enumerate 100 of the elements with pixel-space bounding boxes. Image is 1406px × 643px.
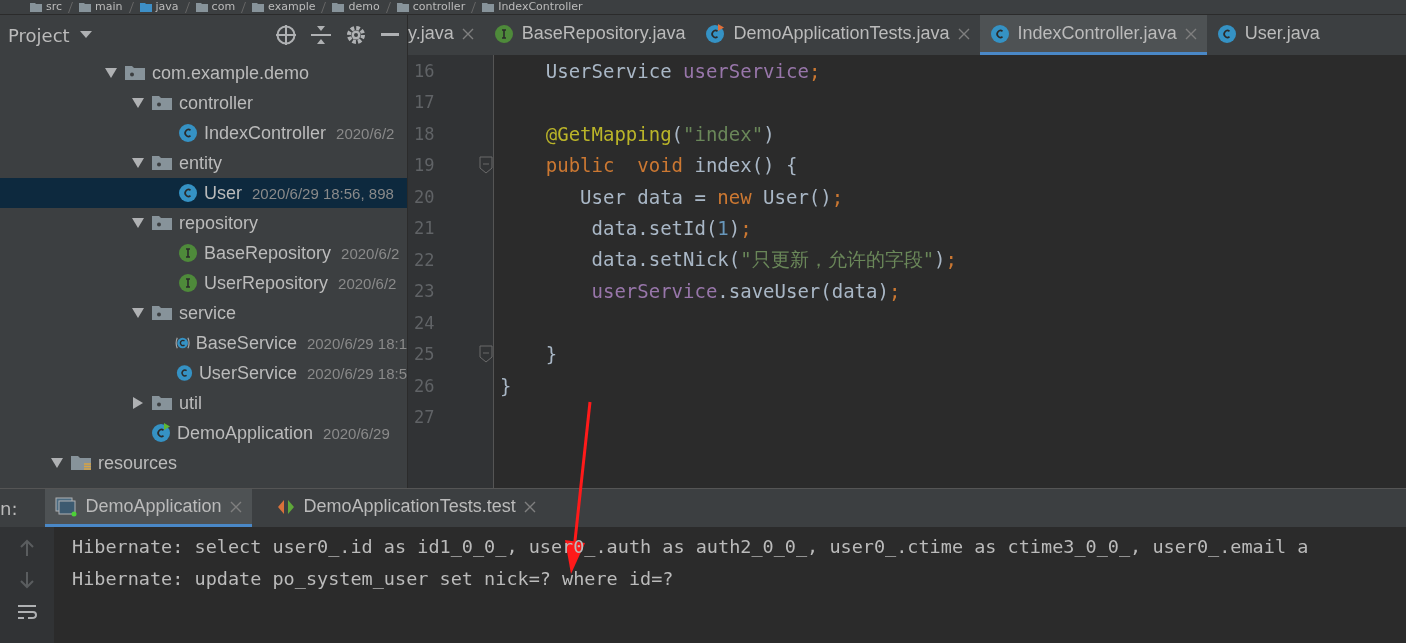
tree-item[interactable]: DemoApplication 2020/6/29 (0, 418, 407, 448)
editor-tab[interactable]: User.java (1206, 15, 1330, 55)
collapsed-arrow-icon[interactable] (131, 396, 145, 410)
tree-item[interactable]: UserService 2020/6/29 18:5 (0, 358, 407, 388)
run-label: n: (0, 497, 18, 519)
breadcrumb-item[interactable]: src (30, 1, 63, 13)
breadcrumb-item[interactable]: com (195, 1, 236, 13)
folder-icon (30, 2, 42, 12)
folder-icon (79, 2, 92, 12)
breadcrumb-item[interactable]: IndexController (482, 1, 583, 13)
item-name: BaseService (195, 332, 297, 354)
tree-item[interactable]: util (0, 388, 407, 418)
separator-icon (385, 1, 391, 13)
test-icon (275, 498, 296, 515)
class-icon (178, 183, 198, 203)
tree-item[interactable]: resources (0, 448, 407, 478)
file-info: 2020/6/2 (338, 274, 397, 292)
file-info: 2020/6/2 (336, 124, 395, 142)
tree-item[interactable]: BaseService 2020/6/29 18:1 (0, 328, 407, 358)
item-name: User (204, 182, 242, 204)
breadcrumb-item[interactable]: main (79, 1, 123, 13)
run-tab[interactable]: DemoApplication (45, 489, 252, 527)
run-tab[interactable]: DemoApplicationTests.test (265, 489, 546, 527)
folder-icon (139, 2, 152, 12)
code-line: data.setId(1); (590, 217, 752, 240)
editor-tab[interactable]: DemoApplicationTests.java (695, 15, 980, 55)
file-info: 2020/6/29 18:5 (306, 364, 407, 382)
tree-item[interactable]: BaseRepository 2020/6/2 (0, 238, 407, 268)
expanded-arrow-icon[interactable] (131, 96, 145, 110)
collapse-all-icon[interactable] (311, 24, 331, 46)
item-name: UserRepository (204, 272, 329, 294)
close-icon[interactable] (957, 27, 970, 40)
expanded-arrow-icon[interactable] (131, 306, 145, 320)
code-line: @GetMapping("index") (544, 122, 775, 145)
class-icon (178, 123, 198, 143)
separator-icon (184, 1, 190, 13)
expanded-arrow-icon[interactable] (50, 456, 64, 470)
breadcrumb-item[interactable]: demo (332, 1, 380, 13)
folder-icon (151, 94, 173, 112)
item-name: util (179, 392, 202, 414)
folder-icon (482, 2, 495, 12)
editor-tab[interactable]: BaseRepository.java (483, 15, 696, 55)
code-line: userService.saveUser(data); (590, 280, 901, 303)
code-line: } (500, 374, 512, 397)
expanded-arrow-icon[interactable] (104, 66, 118, 80)
close-icon[interactable] (461, 27, 474, 40)
breadcrumb-item[interactable]: java (139, 1, 179, 13)
soft-wrap-icon[interactable] (17, 603, 37, 621)
tree-item[interactable]: service (0, 298, 407, 328)
tree-item[interactable]: repository (0, 208, 407, 238)
breadcrumb-item[interactable]: example (252, 1, 316, 13)
close-icon[interactable] (523, 500, 536, 513)
folder-icon (151, 394, 173, 412)
code-line: UserService userService; (544, 59, 821, 82)
item-name: entity (179, 152, 223, 174)
item-name: resources (98, 452, 178, 474)
console-line: Hibernate: update po_system_user set nick=? where id=? (72, 567, 675, 591)
breadcrumb-item[interactable]: controller (396, 1, 466, 13)
interface-icon (178, 273, 198, 293)
console-icon (55, 496, 78, 517)
tree-item[interactable]: controller (0, 88, 407, 118)
folder-icon (396, 2, 409, 12)
tree-item[interactable]: UserRepository 2020/6/2 (0, 268, 407, 298)
fold-marker-icon[interactable] (479, 345, 493, 364)
class-icon (175, 363, 193, 383)
separator-icon (321, 1, 327, 13)
folder-icon (252, 2, 265, 12)
code-line: } (544, 343, 558, 366)
item-name: repository (179, 212, 259, 234)
item-name: BaseRepository (204, 242, 332, 264)
code-line: public void index() { (544, 154, 798, 177)
editor-tab[interactable]: IndexController.java (979, 15, 1207, 55)
class-icon (989, 23, 1010, 44)
tree-item[interactable]: IndexController 2020/6/2 (0, 118, 407, 148)
caret-icon (79, 31, 92, 39)
tree-item[interactable]: entity (0, 148, 407, 178)
tree-item[interactable]: User 2020/6/29 18:56, 898 (0, 178, 407, 208)
minimize-icon[interactable] (381, 33, 399, 37)
separator-icon (241, 1, 247, 13)
tree-item[interactable]: com.example.demo (0, 58, 407, 88)
settings-icon[interactable] (345, 24, 367, 46)
folder-icon (151, 304, 173, 322)
folder-icon (151, 214, 173, 232)
file-info: 2020/6/2 (341, 244, 400, 262)
folder-icon (332, 2, 345, 12)
file-info: 2020/6/29 (323, 424, 390, 442)
file-info: 2020/6/29 18:56, 898 (252, 184, 394, 202)
expanded-arrow-icon[interactable] (131, 156, 145, 170)
item-name: controller (179, 92, 254, 114)
project-view-selector[interactable]: Project (8, 24, 92, 46)
item-name: service (179, 302, 236, 324)
separator-icon (68, 1, 74, 13)
interface-icon (493, 23, 514, 44)
code-line: data.setNick("只更新，允许的字段"); (590, 246, 957, 272)
locate-icon[interactable] (275, 24, 297, 46)
editor-tab[interactable]: y.java (408, 15, 484, 55)
folder-icon (124, 64, 146, 82)
expanded-arrow-icon[interactable] (131, 216, 145, 230)
separator-icon (471, 1, 477, 13)
fold-marker-icon[interactable] (479, 156, 493, 175)
